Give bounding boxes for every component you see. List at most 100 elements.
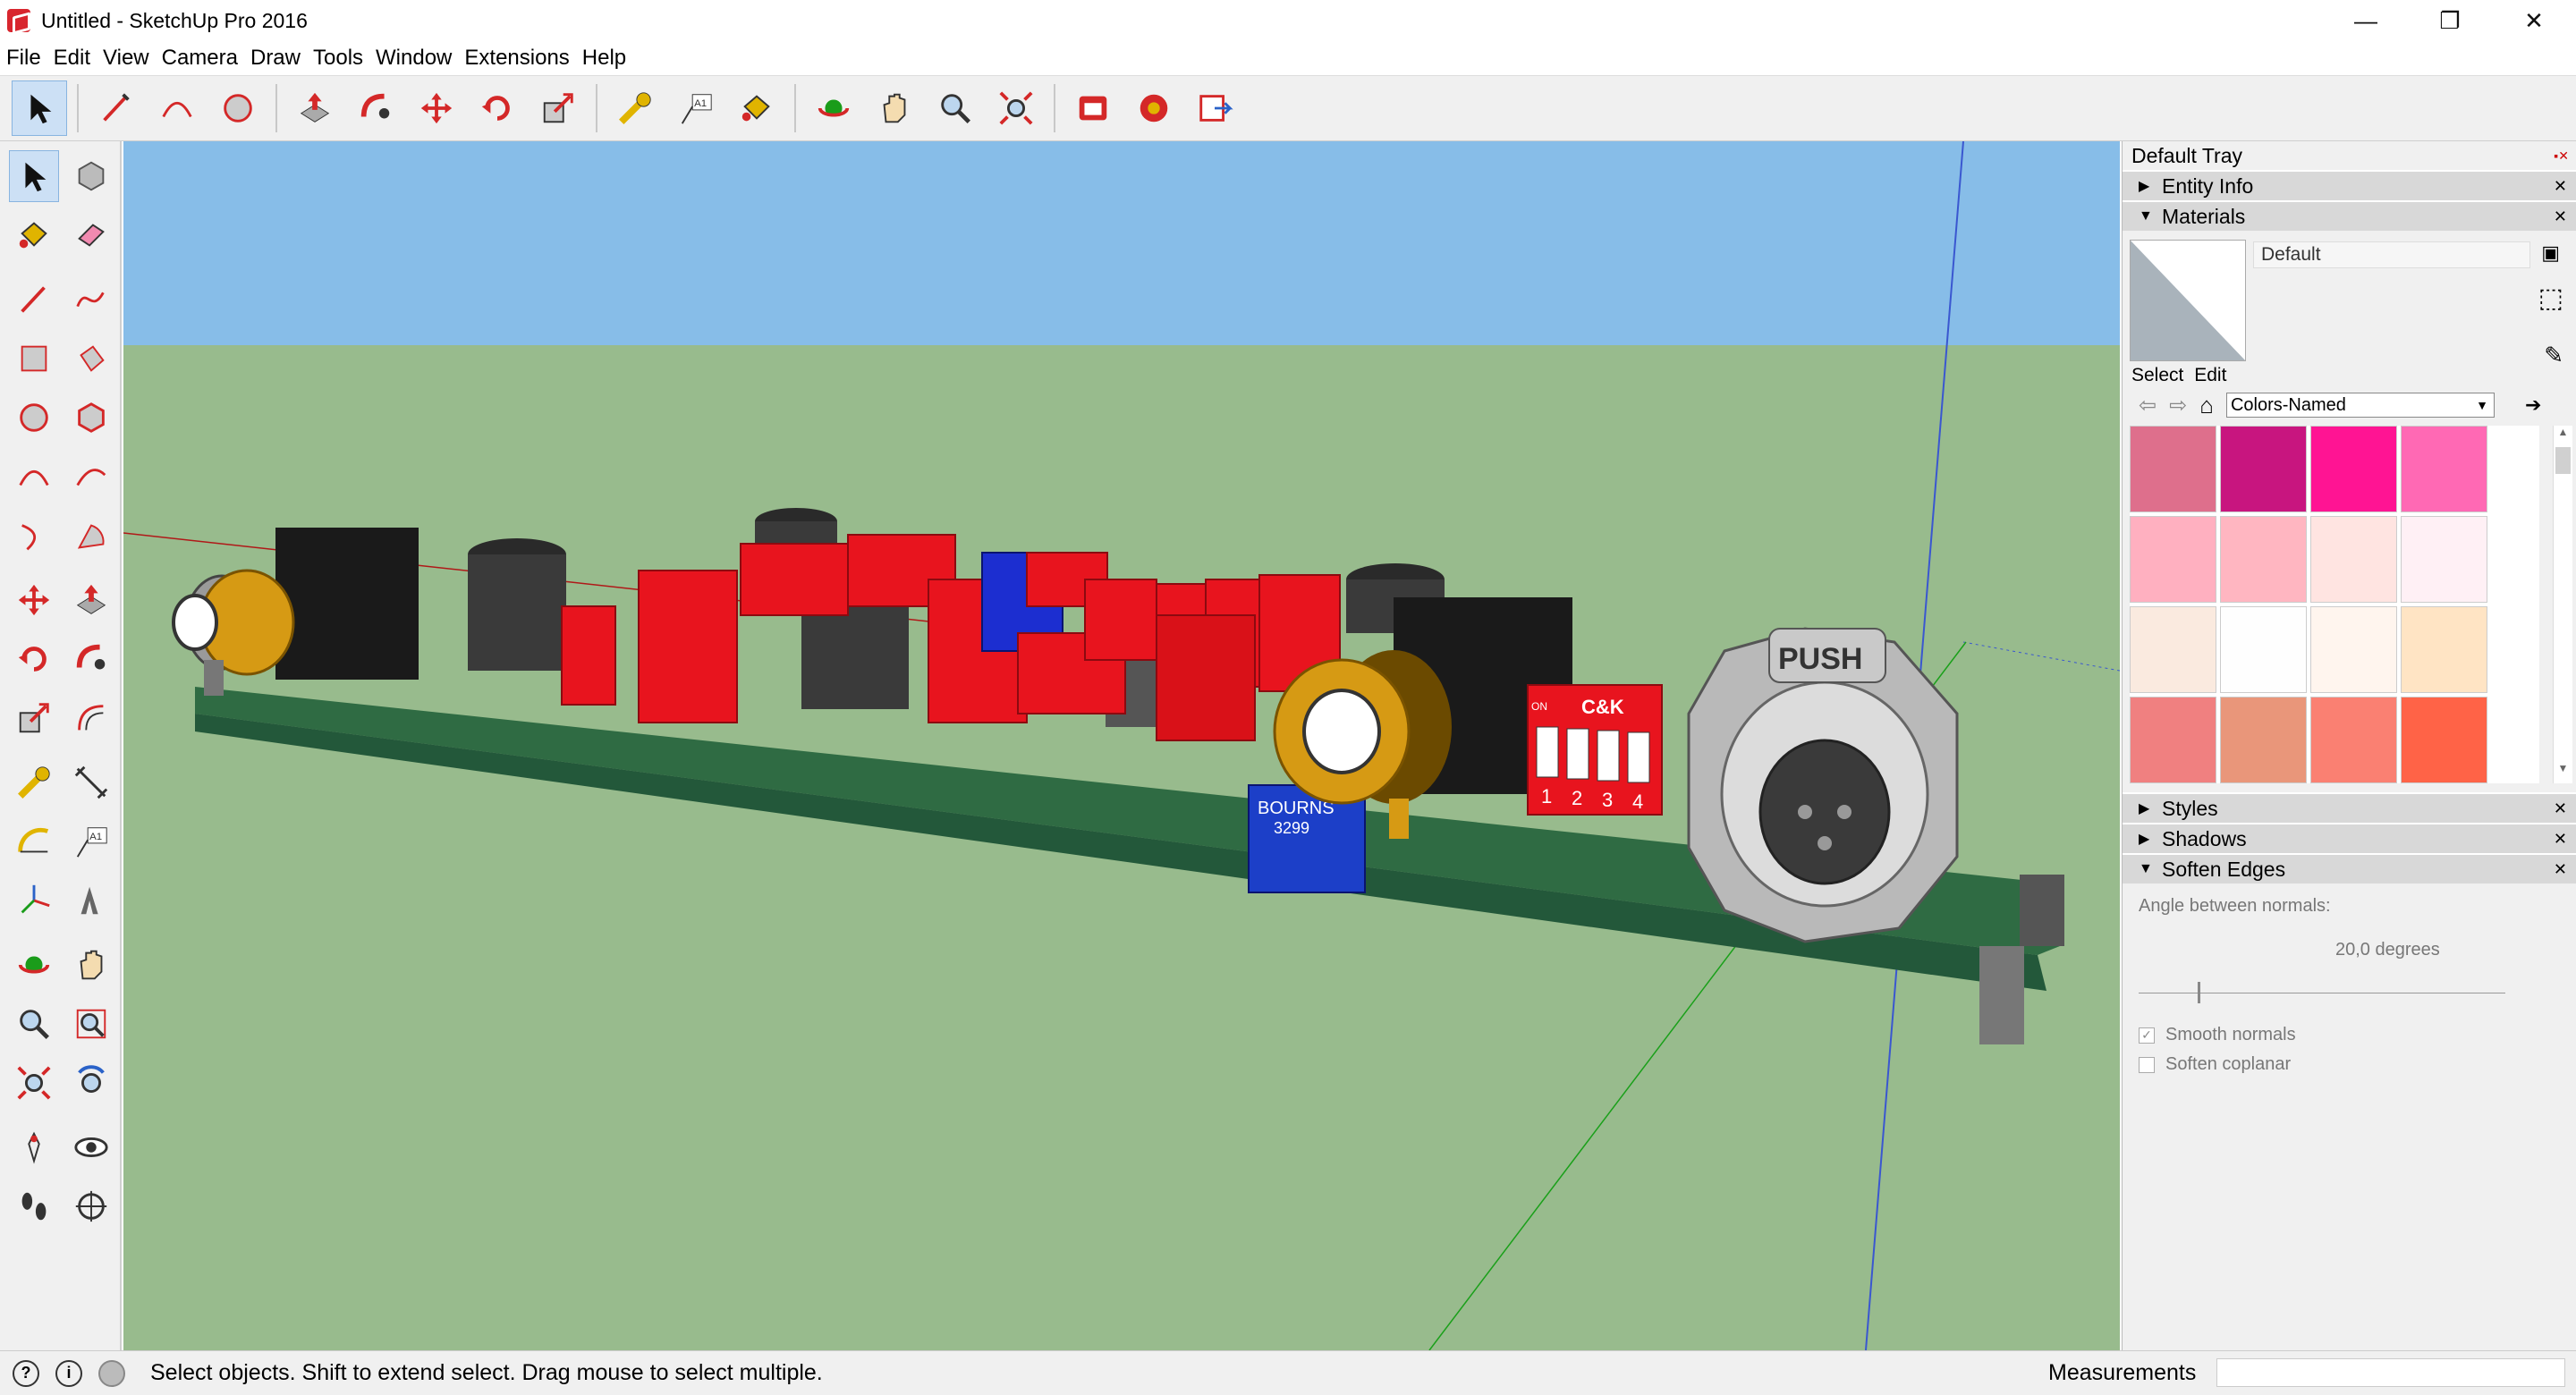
push-pull-button[interactable] — [287, 80, 343, 136]
material-swatch[interactable] — [2220, 426, 2307, 512]
position-camera-tool-button[interactable] — [9, 1121, 59, 1173]
warehouse-button[interactable] — [1065, 80, 1121, 136]
menu-camera[interactable]: Camera — [156, 46, 244, 71]
panel-shadows[interactable]: ▶ Shadows ✕ — [2123, 823, 2576, 853]
sample-paint-icon[interactable]: ⬚ — [2538, 283, 2563, 314]
model-viewport[interactable]: BOURNS 3299 C&K ON 1 2 3 4 PUSH — [123, 141, 2120, 1350]
offset-tool-button[interactable] — [66, 692, 116, 744]
move-button[interactable] — [409, 80, 464, 136]
smooth-normals-checkbox[interactable]: ✓ — [2139, 1027, 2155, 1044]
material-swatch[interactable] — [2401, 606, 2487, 693]
back-arrow-icon[interactable]: ⇦ — [2139, 393, 2157, 418]
component-tool-button[interactable] — [66, 150, 116, 202]
angle-slider[interactable] — [2139, 978, 2505, 1005]
geo-location-icon[interactable]: ? — [13, 1359, 39, 1387]
material-swatch[interactable] — [2220, 606, 2307, 693]
material-swatch[interactable] — [2130, 606, 2216, 693]
circle-tool-button[interactable] — [9, 392, 59, 444]
material-swatch[interactable] — [2310, 426, 2397, 512]
tape-measure-tool-button[interactable] — [9, 757, 59, 808]
home-icon[interactable]: ⌂ — [2199, 392, 2214, 419]
minimize-button[interactable]: — — [2324, 0, 2408, 41]
material-swatch[interactable] — [2130, 516, 2216, 603]
3d-text-tool-button[interactable] — [66, 875, 116, 926]
close-icon[interactable]: ✕ — [2554, 177, 2567, 196]
material-swatch[interactable] — [2130, 426, 2216, 512]
section-plane-tool-button[interactable] — [66, 1180, 116, 1232]
close-icon[interactable]: ✕ — [2554, 207, 2567, 226]
close-icon[interactable]: ✕ — [2554, 799, 2567, 818]
slider-thumb[interactable] — [2197, 982, 2200, 1003]
protractor-tool-button[interactable] — [9, 816, 59, 867]
material-swatch[interactable] — [2220, 697, 2307, 783]
pan-button[interactable] — [867, 80, 922, 136]
pan-tool-button[interactable] — [66, 939, 116, 991]
paint-bucket-button[interactable] — [729, 80, 784, 136]
previous-view-tool-button[interactable] — [66, 1057, 116, 1109]
extension-warehouse-button[interactable] — [1126, 80, 1182, 136]
select-tool-button[interactable] — [9, 150, 60, 202]
close-icon[interactable]: ✕ — [2554, 830, 2567, 849]
circle-button[interactable] — [210, 80, 266, 136]
rotated-rectangle-tool-button[interactable] — [66, 333, 116, 385]
material-swatch[interactable] — [2220, 516, 2307, 603]
polygon-tool-button[interactable] — [66, 392, 116, 444]
material-swatch[interactable] — [2401, 426, 2487, 512]
zoom-button[interactable] — [928, 80, 983, 136]
move-tool-button[interactable] — [9, 574, 59, 626]
follow-me-button[interactable] — [348, 80, 403, 136]
panel-styles[interactable]: ▶ Styles ✕ — [2123, 792, 2576, 823]
orbit-button[interactable] — [806, 80, 861, 136]
2pt-arc-tool-button[interactable] — [66, 451, 116, 503]
eyedropper-icon[interactable]: ✎ — [2544, 342, 2563, 369]
zoom-tool-button[interactable] — [9, 998, 59, 1050]
walk-tool-button[interactable] — [9, 1180, 59, 1232]
scene-canvas[interactable]: BOURNS 3299 C&K ON 1 2 3 4 PUSH — [123, 141, 2120, 1350]
soften-coplanar-checkbox[interactable] — [2139, 1056, 2155, 1073]
menu-file[interactable]: File — [0, 46, 47, 71]
details-arrow-icon[interactable]: ➔ — [2525, 393, 2541, 417]
look-around-tool-button[interactable] — [66, 1121, 116, 1173]
restore-button[interactable]: ❐ — [2408, 0, 2492, 41]
material-swatch[interactable] — [2401, 516, 2487, 603]
scale-tool-button[interactable] — [9, 692, 59, 744]
dimension-tool-button[interactable] — [66, 757, 116, 808]
menu-draw[interactable]: Draw — [244, 46, 307, 71]
user-icon[interactable] — [98, 1359, 125, 1387]
paint-bucket-tool-button[interactable] — [9, 209, 59, 261]
zoom-extents-tool-button[interactable] — [9, 1057, 59, 1109]
pie-tool-button[interactable] — [66, 510, 116, 562]
rectangle-tool-button[interactable] — [9, 333, 59, 385]
select-button[interactable] — [12, 80, 67, 136]
material-swatch[interactable] — [2401, 697, 2487, 783]
push-pull-tool-button[interactable] — [66, 574, 116, 626]
scale-button[interactable] — [530, 80, 586, 136]
material-swatch[interactable] — [2310, 606, 2397, 693]
material-swatch[interactable] — [2310, 697, 2397, 783]
panel-materials[interactable]: ▼ Materials ✕ — [2123, 200, 2576, 231]
zoom-extents-button[interactable] — [988, 80, 1044, 136]
text-tool-button[interactable]: A1 — [66, 816, 116, 867]
close-button[interactable]: ✕ — [2492, 0, 2576, 41]
menu-edit[interactable]: Edit — [47, 46, 97, 71]
eraser-tool-button[interactable] — [66, 209, 116, 261]
arc-button[interactable] — [149, 80, 205, 136]
swatch-scrollbar[interactable]: ▲ ▼ — [2553, 426, 2572, 783]
rotate-tool-button[interactable] — [9, 633, 59, 685]
tray-pin-icon[interactable]: ▪✕ — [2554, 148, 2569, 164]
tab-edit[interactable]: Edit — [2194, 365, 2226, 385]
measurements-input[interactable] — [2216, 1358, 2565, 1387]
text-button[interactable]: A1 — [668, 80, 724, 136]
pencil-button[interactable] — [89, 80, 144, 136]
panel-soften-edges[interactable]: ▼ Soften Edges ✕ — [2123, 853, 2576, 884]
panel-entity-info[interactable]: ▶ Entity Info ✕ — [2123, 170, 2576, 200]
menu-window[interactable]: Window — [369, 46, 458, 71]
create-material-icon[interactable]: ▣ — [2541, 241, 2560, 265]
material-name-field[interactable]: Default — [2253, 241, 2530, 268]
menu-tools[interactable]: Tools — [307, 46, 369, 71]
library-select[interactable]: Colors-Named ▼ — [2225, 393, 2495, 418]
3pt-arc-tool-button[interactable] — [9, 510, 59, 562]
follow-me-tool-button[interactable] — [66, 633, 116, 685]
rotate-button[interactable] — [470, 80, 525, 136]
close-icon[interactable]: ✕ — [2554, 860, 2567, 879]
